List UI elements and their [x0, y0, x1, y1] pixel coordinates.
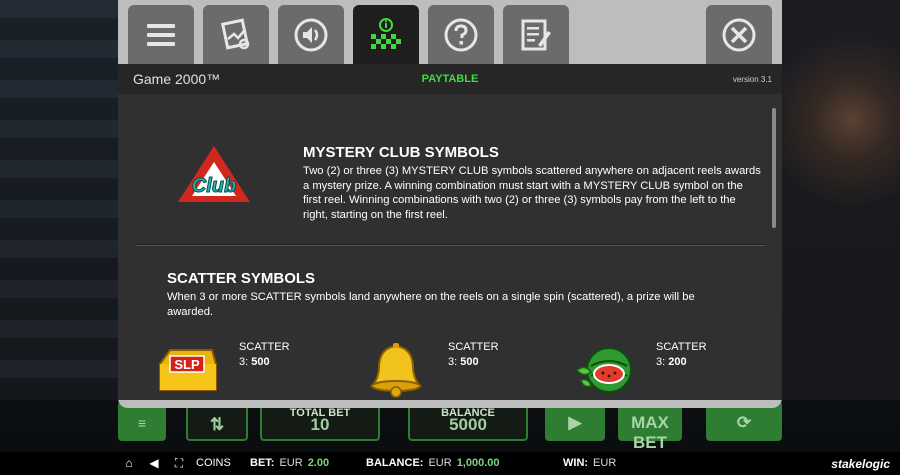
- sound-icon[interactable]: ◀: [147, 456, 161, 470]
- bet-currency: EUR: [279, 457, 303, 469]
- bet-value: 2.00: [307, 457, 330, 469]
- scatter-description: When 3 or more SCATTER symbols land anyw…: [167, 291, 695, 318]
- paytable-dialog: Game 2000™ PAYTABLE version 3.1 Club MYS…: [118, 0, 782, 408]
- win-label: WIN:: [563, 457, 589, 469]
- balance-bar-currency: EUR: [428, 457, 452, 469]
- tab-paytable[interactable]: [353, 5, 419, 64]
- slp-badge-text: SLP: [174, 357, 200, 372]
- balance-bar-value: 1,000.00: [456, 457, 500, 469]
- win-display: WIN: EUR: [563, 457, 616, 469]
- scatter-pay: 3: 500: [239, 356, 270, 368]
- scatter-title: SCATTER SYMBOLS: [167, 270, 316, 287]
- mystery-club-title: MYSTERY CLUB SYMBOLS: [303, 144, 499, 161]
- brand-logo: stakelogic: [831, 457, 890, 471]
- bottom-status-bar: ⌂ ◀ ⛶ COINS BET: EUR 2.00 BALANCE: EUR 1…: [0, 452, 900, 475]
- coins-label: COINS: [196, 457, 231, 469]
- mystery-club-icon-label: Club: [192, 175, 236, 197]
- scrollbar[interactable]: [772, 108, 776, 228]
- version-label: version 3.1: [732, 75, 772, 84]
- sound-icon: [294, 18, 328, 51]
- scatter-name: SCATTER: [239, 341, 290, 353]
- menu-icon: [147, 23, 175, 46]
- home-icon[interactable]: ⌂: [122, 456, 136, 470]
- coins-toggle[interactable]: COINS: [196, 457, 231, 469]
- max-bet-label: MAX BET: [631, 413, 669, 452]
- tab-menu[interactable]: [128, 5, 194, 64]
- scatter-name: SCATTER: [448, 341, 499, 353]
- bet-display: BET: EUR 2.00: [250, 457, 329, 469]
- balance-label: BALANCE: [441, 407, 495, 419]
- help-icon: [444, 18, 478, 51]
- mystery-club-description: Two (2) or three (3) MYSTERY CLUB symbol…: [303, 165, 761, 221]
- rules-document-icon: [521, 19, 551, 50]
- page-title: PAYTABLE: [421, 73, 479, 85]
- dialog-header: Game 2000™ PAYTABLE version 3.1: [118, 64, 782, 94]
- bet-label: BET:: [250, 457, 275, 469]
- paytable-content[interactable]: Club MYSTERY CLUB SYMBOLS Two (2) or thr…: [118, 94, 782, 400]
- balance-display-bar: BALANCE: EUR 1,000.00: [366, 457, 500, 469]
- bet-settings-icon: [220, 17, 250, 50]
- slp-bar-icon: SLP: [159, 349, 217, 391]
- dialog-tab-bar: [118, 0, 782, 64]
- paytable-icon: [371, 17, 401, 49]
- balance-bar-label: BALANCE:: [366, 457, 424, 469]
- tab-sound[interactable]: [278, 5, 344, 64]
- mystery-club-icon: Club: [178, 146, 250, 202]
- scatter-pay: 3: 500: [448, 356, 479, 368]
- background-lounge-figure: [780, 0, 900, 400]
- tab-bet-settings[interactable]: [203, 5, 269, 64]
- total-bet-label: TOTAL BET: [289, 407, 351, 419]
- win-currency: EUR: [593, 457, 617, 469]
- tab-help[interactable]: [428, 5, 494, 64]
- bell-icon: [369, 343, 423, 398]
- close-icon: [722, 18, 756, 51]
- tab-rules[interactable]: [503, 5, 569, 64]
- watermelon-icon: [575, 347, 632, 393]
- scatter-name: SCATTER: [656, 341, 707, 353]
- background-bar-shelves: [0, 0, 120, 400]
- tab-close[interactable]: [706, 5, 772, 64]
- fullscreen-icon[interactable]: ⛶: [172, 456, 186, 470]
- section-divider: [136, 244, 764, 246]
- scatter-pay: 3: 200: [656, 356, 687, 368]
